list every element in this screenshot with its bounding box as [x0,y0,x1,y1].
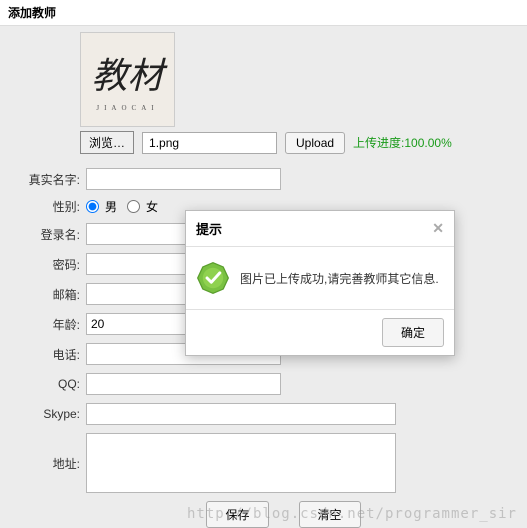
file-name-field[interactable] [142,132,277,154]
address-textarea[interactable] [86,433,396,493]
skype-label: Skype: [20,407,80,421]
thumb-text: 教材 [91,58,163,94]
gender-male-label: 男 [105,198,117,215]
dialog-ok-button[interactable]: 确定 [382,318,444,347]
browse-button[interactable]: 浏览… [80,131,134,154]
gender-male-radio[interactable] [86,200,99,213]
gender-label: 性别: [20,198,80,215]
gender-female-label: 女 [146,198,158,215]
watermark-text: http://blog.csdn.net/programmer_sir [187,506,517,522]
thumb-subtitle: JIAOCAI [96,104,158,112]
qq-label: QQ: [20,377,80,391]
close-icon[interactable]: ✕ [432,220,444,237]
password-label: 密码: [20,256,80,273]
gender-radios: 男 女 [86,198,158,215]
qq-input[interactable] [86,373,281,395]
upload-row: 浏览… Upload 上传进度:100.00% [80,131,527,154]
login-label: 登录名: [20,226,80,243]
page-title: 添加教师 [0,0,527,26]
age-label: 年龄: [20,316,80,333]
realname-label: 真实名字: [20,171,80,188]
alert-dialog: 提示 ✕ 图片已上传成功,请完善教师其它信息. 确定 [185,210,455,356]
upload-progress: 上传进度:100.00% [353,134,452,151]
image-thumbnail: 教材 JIAOCAI [80,32,175,127]
success-check-icon [196,261,230,295]
address-label: 地址: [20,455,80,472]
dialog-message: 图片已上传成功,请完善教师其它信息. [240,270,439,287]
gender-female-radio[interactable] [127,200,140,213]
dialog-title: 提示 [196,219,222,238]
phone-label: 电话: [20,346,80,363]
email-label: 邮箱: [20,286,80,303]
skype-input[interactable] [86,403,396,425]
upload-button[interactable]: Upload [285,132,345,154]
realname-input[interactable] [86,168,281,190]
